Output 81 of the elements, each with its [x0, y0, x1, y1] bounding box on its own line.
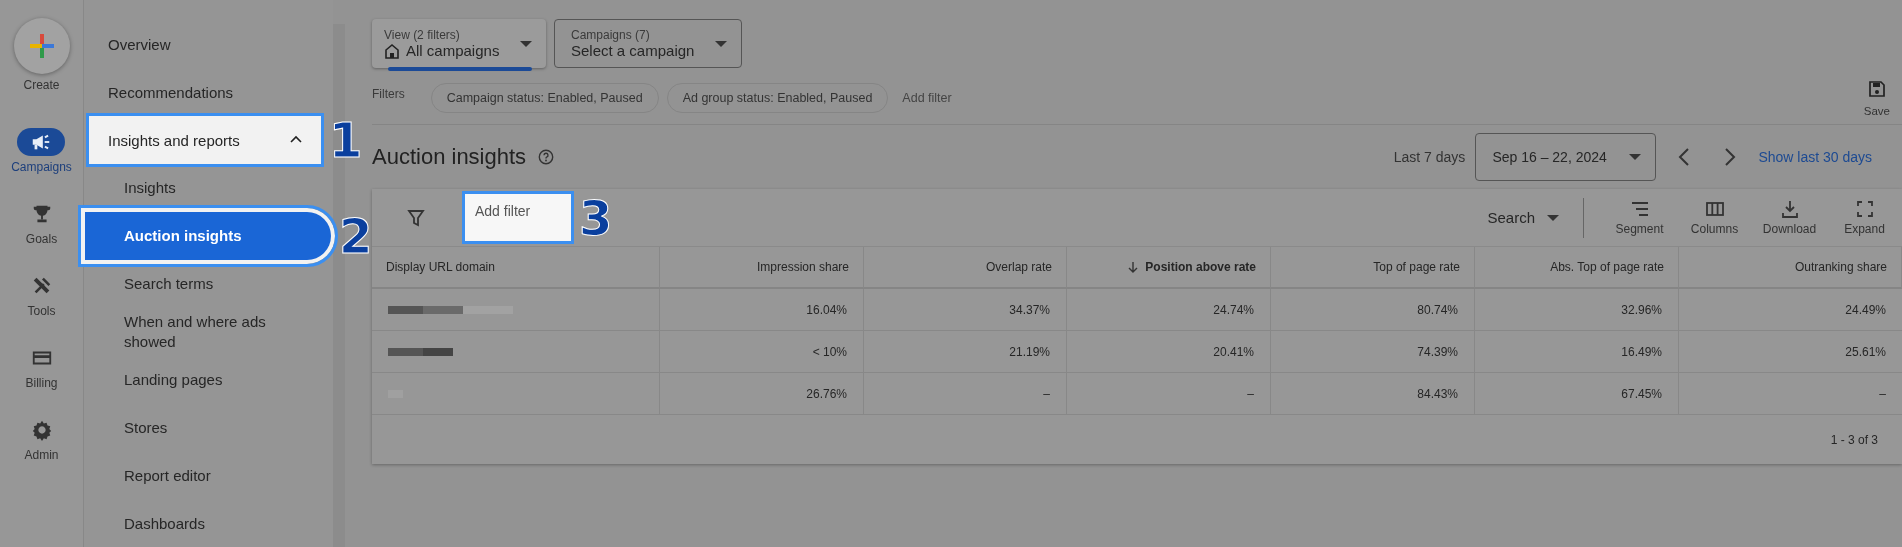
nav-item[interactable]: When and where ads showed — [85, 308, 331, 356]
table-cell: 67.45% — [1475, 373, 1679, 415]
dropdown[interactable]: View (2 filters) All campaigns — [372, 19, 546, 68]
table-cell: 20.41% — [1067, 331, 1271, 373]
dropdown-value: Select a campaign — [571, 42, 695, 59]
column-header[interactable]: Outranking share — [1679, 247, 1902, 289]
save-icon — [1866, 79, 1887, 99]
dropdown-label: Campaigns (7) — [571, 28, 651, 42]
pagination-text: 1 - 3 of 3 — [1830, 432, 1878, 447]
table-cell: 21.19% — [864, 331, 1067, 373]
table-cell: 16.49% — [1475, 331, 1679, 373]
home-icon — [384, 42, 400, 59]
help-icon[interactable] — [538, 149, 555, 165]
callout-number: 2 — [339, 212, 373, 260]
rail-item[interactable]: Goals — [17, 190, 66, 262]
callout-number: 3 — [579, 193, 613, 242]
caret-icon — [715, 40, 727, 47]
nav-item[interactable]: Insights — [85, 164, 331, 212]
date-range-dropdown[interactable]: Sep 16 – 22, 2024 — [1475, 133, 1657, 181]
column-header[interactable]: Top of page rate — [1271, 247, 1475, 289]
table-cell: – — [1067, 373, 1271, 415]
rail-item[interactable]: Create — [13, 18, 70, 118]
nav-item[interactable]: Stores — [85, 404, 331, 452]
column-header[interactable]: Display URL domain — [372, 247, 660, 289]
segment-dropdown[interactable]: Search — [1481, 208, 1565, 227]
rail-item[interactable]: Billing — [17, 334, 66, 406]
nav-item[interactable]: Report editor — [85, 452, 331, 500]
table-cell: < 10% — [660, 331, 864, 373]
next-icon[interactable] — [1724, 148, 1737, 166]
save-button[interactable]: Save — [1863, 79, 1902, 117]
toolbar-button[interactable]: Expand — [1827, 199, 1902, 236]
nav-item[interactable]: Dashboards — [85, 500, 331, 547]
rail-item[interactable]: Campaigns — [11, 118, 72, 190]
table-cell: 80.74% — [1271, 289, 1475, 331]
redacted-text — [388, 347, 453, 356]
table-cell: 16.04% — [660, 289, 864, 331]
table-cell: 84.43% — [1271, 373, 1475, 415]
table-cell: 25.61% — [1679, 331, 1902, 373]
show-last-30-days-link[interactable]: Show last 30 days — [1758, 149, 1872, 165]
nav-item[interactable]: Recommendations — [89, 68, 321, 116]
date-preset: Last 7 days — [1393, 149, 1466, 165]
table-cell: 26.76% — [660, 373, 864, 415]
nav-item[interactable]: Search terms — [85, 260, 331, 308]
filters-label: Filters — [372, 87, 405, 101]
table-cell: 74.39% — [1271, 331, 1475, 373]
toolbar-button[interactable]: Segment — [1602, 199, 1677, 236]
dropdown-value: All campaigns — [406, 42, 500, 59]
rail-item[interactable]: Tools — [17, 262, 66, 334]
toolbar-button[interactable]: Columns — [1677, 199, 1752, 236]
add-filter-link[interactable]: Add filter — [896, 90, 958, 106]
column-header[interactable]: Overlap rate — [864, 247, 1067, 289]
page-title: Auction insights — [372, 144, 527, 170]
rail-item[interactable]: Admin — [17, 406, 66, 478]
column-header[interactable]: Position above rate — [1067, 247, 1271, 289]
column-header[interactable]: Abs. Top of page rate — [1475, 247, 1679, 289]
columns-icon — [1704, 199, 1725, 219]
lines-icon — [1629, 199, 1650, 219]
caret-icon — [1547, 214, 1559, 221]
table-cell: 24.74% — [1067, 289, 1271, 331]
table-cell: – — [1679, 373, 1902, 415]
caret-icon — [1629, 154, 1642, 160]
filter-icon[interactable] — [407, 208, 425, 227]
download-icon — [1779, 199, 1800, 219]
table-cell: 34.37% — [864, 289, 1067, 331]
table-cell: – — [864, 373, 1067, 415]
toolbar-button[interactable]: Download — [1752, 199, 1827, 236]
callout-number: 1 — [329, 116, 363, 164]
dropdown-label: View (2 filters) — [384, 28, 461, 42]
plus-icon — [13, 18, 70, 74]
table-cell: 32.96% — [1475, 289, 1679, 331]
column-header[interactable]: Impression share — [660, 247, 864, 289]
caret-icon — [520, 40, 532, 47]
previous-icon[interactable] — [1678, 148, 1691, 166]
sort-arrow-icon — [1127, 261, 1140, 273]
megaphone-icon — [17, 128, 66, 156]
expand-icon — [1854, 199, 1875, 219]
dropdown[interactable]: Campaigns (7) Select a campaign — [554, 19, 742, 68]
add-filter-field[interactable]: Add filter — [465, 194, 571, 241]
nav-item[interactable]: Landing pages — [85, 356, 331, 404]
nav-item[interactable]: Overview — [89, 20, 321, 68]
table-cell: 24.49% — [1679, 289, 1902, 331]
